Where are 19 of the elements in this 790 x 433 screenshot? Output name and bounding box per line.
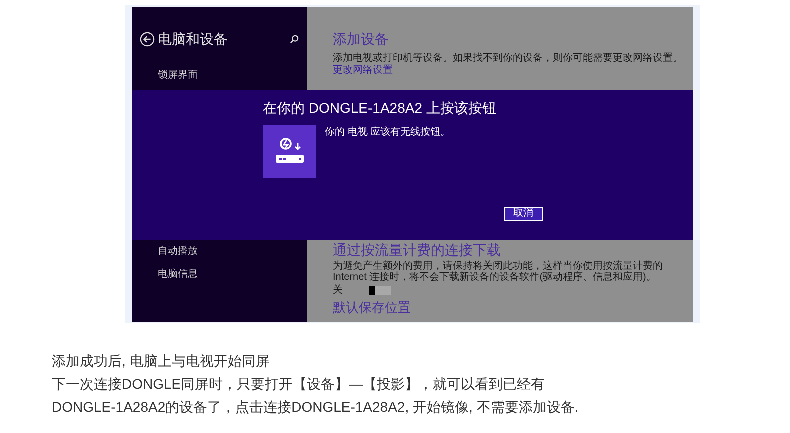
- caption-line: DONGLE-1A28A2的设备了，点击连接DONGLE-1A28A2, 开始镜像, 不需要添加设备.: [52, 398, 580, 417]
- dialog-message: 你的 电视 应该有无线按钮。: [325, 127, 451, 140]
- sidebar-item[interactable]: 自动播放: [158, 246, 299, 258]
- dialog-title: 在你的 DONGLE-1A28A2 上按该按钮: [263, 99, 498, 118]
- toggle-label: 关: [333, 285, 343, 296]
- sidebar-item[interactable]: 电脑信息: [158, 269, 299, 281]
- section-heading: 通过按流量计费的连接下载: [333, 241, 502, 259]
- section-heading: 添加设备: [333, 30, 390, 49]
- sidebar-title: 电脑和设备: [158, 30, 229, 49]
- sidebar-item[interactable]: 锁屏界面: [158, 70, 299, 82]
- caption-line: 添加成功后, 电脑上与电视开始同屏: [52, 352, 271, 371]
- toggle-switch[interactable]: [369, 286, 391, 295]
- description: 添加电视或打印机等设备。如果找不到你的设备，则你可能需要更改网络设置。: [333, 53, 683, 64]
- description: 为避免产生额外的费用，请保持将关闭此功能，这样当你使用按流量计费的 Internet 连接时，将不会下载新设备的设备软件(驱动程序、信息和应用)。: [333, 261, 664, 283]
- search-icon[interactable]: [290, 35, 299, 44]
- caption-line: 下一次连接DONGLE同屏时，只要打开【设备】—【投影】，就可以看到已经有: [52, 375, 546, 394]
- back-icon[interactable]: [140, 32, 155, 47]
- cancel-button[interactable]: 取消: [504, 207, 543, 221]
- section-heading: 默认保存位置: [333, 300, 412, 316]
